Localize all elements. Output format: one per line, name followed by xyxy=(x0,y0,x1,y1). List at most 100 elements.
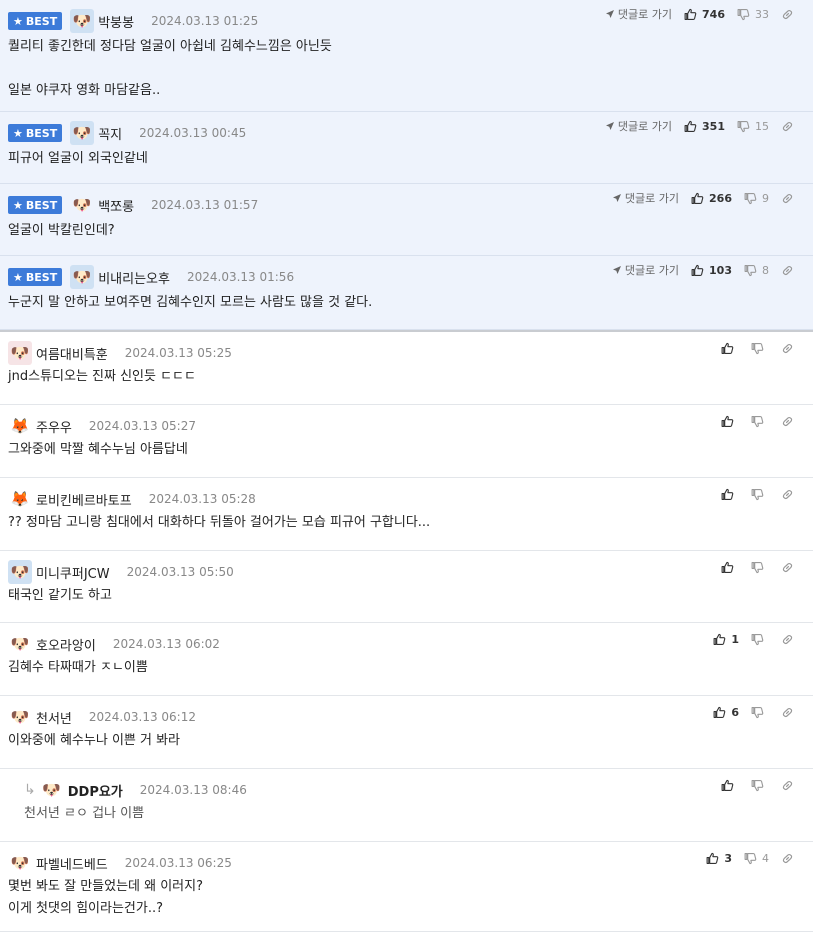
nickname[interactable]: 주우우 xyxy=(36,417,72,436)
avatar[interactable]: 🐶 xyxy=(8,560,32,584)
share-link-button[interactable] xyxy=(781,633,799,646)
comment: 🐶 파벨네드베드 2024.03.13 06:25 몇번 봐도 잘 만들었는데 왜 이… xyxy=(0,842,813,932)
like-button[interactable]: 103 xyxy=(691,264,732,277)
nickname[interactable]: 꼭지 xyxy=(98,124,122,143)
like-button[interactable] xyxy=(721,779,739,792)
like-button[interactable]: 746 xyxy=(684,8,725,21)
dislike-button[interactable] xyxy=(751,342,769,355)
star-icon: ★ xyxy=(13,126,23,140)
dislike-button[interactable] xyxy=(751,633,769,646)
nickname[interactable]: 비내리는오후 xyxy=(98,268,170,287)
share-link-button[interactable] xyxy=(781,561,799,574)
comment-date: 2024.03.13 06:25 xyxy=(124,856,232,870)
dislike-button[interactable]: 9 xyxy=(744,192,769,205)
avatar[interactable]: 🦊 xyxy=(8,487,32,511)
like-count: 6 xyxy=(731,706,739,719)
nickname[interactable]: DDP요가 xyxy=(68,781,123,800)
share-link-button[interactable] xyxy=(781,120,799,133)
avatar[interactable]: 🐶 xyxy=(8,851,32,875)
reply-arrow-icon: ↳ xyxy=(24,782,36,798)
nickname[interactable]: 박붕봉 xyxy=(98,12,134,31)
nickname[interactable]: 여름대비특훈 xyxy=(36,344,108,363)
like-button[interactable] xyxy=(721,561,739,574)
nickname[interactable]: 천서년 xyxy=(36,708,72,727)
reply-comment: ↳ 🐶 DDP요가 2024.03.13 08:46 천서년 ㄹㅇ 겁나 이쁨 xyxy=(0,769,813,842)
nickname[interactable]: 미니쿠퍼JCW xyxy=(36,563,110,582)
thumbs-up-icon xyxy=(713,706,726,719)
thumbs-up-icon xyxy=(684,120,697,133)
goto-comment-link[interactable]: 댓글로 가기 xyxy=(605,6,672,22)
share-link-button[interactable] xyxy=(781,8,799,21)
dislike-button[interactable] xyxy=(751,779,769,792)
share-link-button[interactable] xyxy=(781,706,799,719)
share-link-button[interactable] xyxy=(781,415,799,428)
goto-comment-link[interactable]: 댓글로 가기 xyxy=(612,262,679,278)
dislike-button[interactable] xyxy=(751,706,769,719)
avatar[interactable]: 🐶 xyxy=(8,705,32,729)
comment-actions: 6 xyxy=(701,706,799,719)
comment-actions: 댓글로 가기 746 33 xyxy=(605,6,799,22)
share-link-button[interactable] xyxy=(781,852,799,865)
avatar[interactable]: 🐶 xyxy=(40,778,64,802)
best-badge: ★ BEST xyxy=(8,124,63,142)
comment-body: ?? 정마담 고니랑 침대에서 대화하다 뒤돌아 걸어가는 모습 피규어 구합니… xyxy=(8,515,431,530)
share-link-button[interactable] xyxy=(781,488,799,501)
best-comment: ★ BEST 🐶 비내리는오후 2024.03.13 01:56 누군지 말 안하고 보여… xyxy=(0,256,813,330)
avatar[interactable]: 🦊 xyxy=(8,414,32,438)
nickname[interactable]: 백쪼롱 xyxy=(98,196,134,215)
like-button[interactable]: 1 xyxy=(713,633,739,646)
goto-comment-link[interactable]: 댓글로 가기 xyxy=(605,118,672,134)
thumbs-down-icon xyxy=(751,488,764,501)
comment-body: 얼굴이 박칼린인데? xyxy=(8,223,115,238)
comment-header: 🦊 로비킨베르바토프 2024.03.13 05:28 xyxy=(8,488,256,510)
like-button[interactable] xyxy=(721,488,739,501)
nickname[interactable]: 파벨네드베드 xyxy=(36,854,108,873)
goto-label: 댓글로 가기 xyxy=(617,120,673,133)
thumbs-down-icon xyxy=(744,852,757,865)
link-icon xyxy=(781,852,794,865)
avatar[interactable]: 🐶 xyxy=(70,193,94,217)
comment-body: 김혜수 타짜때가 ㅈㄴ이쁨 xyxy=(8,660,148,675)
like-button[interactable] xyxy=(721,415,739,428)
share-link-button[interactable] xyxy=(781,342,799,355)
best-badge: ★ BEST xyxy=(8,196,63,214)
like-button[interactable]: 351 xyxy=(684,120,725,133)
comment: 🐶 천서년 2024.03.13 06:12 이와중에 혜수누나 이쁜 거 봐라 6 xyxy=(0,696,813,769)
comment-date: 2024.03.13 06:12 xyxy=(88,710,196,724)
best-badge-label: BEST xyxy=(25,198,58,212)
thumbs-up-icon xyxy=(721,415,734,428)
comment-actions: 댓글로 가기 266 9 xyxy=(612,190,799,206)
dislike-button[interactable] xyxy=(751,415,769,428)
comment-body: 이와중에 혜수누나 이쁜 거 봐라 xyxy=(8,733,181,748)
avatar[interactable]: 🐶 xyxy=(70,121,95,145)
like-button[interactable]: 6 xyxy=(713,706,739,719)
share-link-button[interactable] xyxy=(781,779,799,792)
dislike-button[interactable] xyxy=(751,488,769,501)
dislike-count: 33 xyxy=(755,7,769,21)
dislike-button[interactable]: 33 xyxy=(737,8,769,21)
avatar[interactable]: 🐶 xyxy=(8,341,32,365)
like-button[interactable]: 266 xyxy=(691,192,732,205)
send-icon xyxy=(612,193,622,203)
dislike-count: 9 xyxy=(762,191,769,205)
like-button[interactable]: 3 xyxy=(706,852,732,865)
thumbs-down-icon xyxy=(744,192,757,205)
comment-date: 2024.03.13 05:28 xyxy=(148,492,256,506)
avatar[interactable]: 🐶 xyxy=(70,9,95,33)
dislike-button[interactable]: 8 xyxy=(744,264,769,277)
dislike-button[interactable]: 15 xyxy=(737,120,769,133)
nickname[interactable]: 로비킨베르바토프 xyxy=(36,490,132,509)
dislike-button[interactable]: 4 xyxy=(744,852,769,865)
goto-comment-link[interactable]: 댓글로 가기 xyxy=(612,190,679,206)
comment-header: 🐶 호오라앙이 2024.03.13 06:02 xyxy=(8,633,220,655)
avatar[interactable]: 🐶 xyxy=(8,632,32,656)
link-icon xyxy=(781,561,794,574)
link-icon xyxy=(781,779,794,792)
share-link-button[interactable] xyxy=(781,192,799,205)
best-badge-label: BEST xyxy=(25,126,58,140)
share-link-button[interactable] xyxy=(781,264,799,277)
avatar[interactable]: 🐶 xyxy=(70,265,95,289)
dislike-button[interactable] xyxy=(751,561,769,574)
nickname[interactable]: 호오라앙이 xyxy=(36,635,96,654)
like-button[interactable] xyxy=(721,342,739,355)
